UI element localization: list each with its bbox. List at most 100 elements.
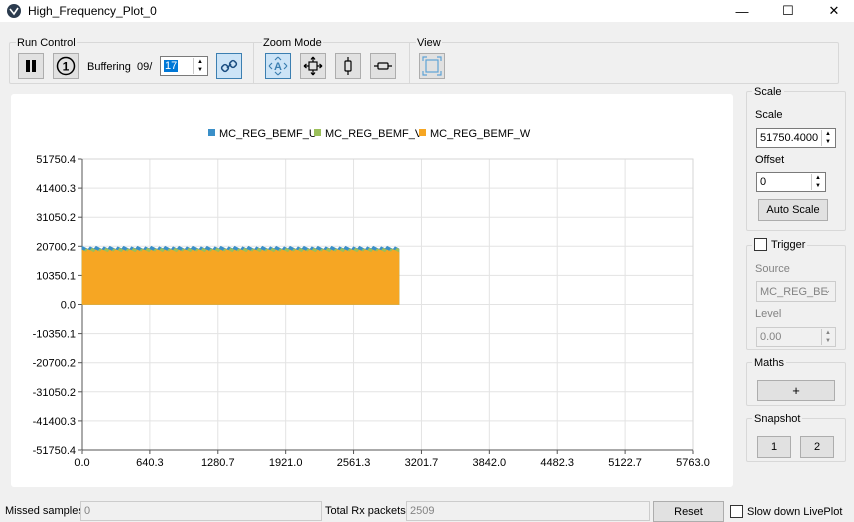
fit-view-button[interactable]: [419, 53, 445, 79]
chevron-down-icon: ⌄: [823, 285, 831, 295]
title-bar: High_Frequency_Plot_0 — ☐ ✕: [0, 0, 854, 22]
zoom-y-icon: [344, 57, 352, 75]
chart-panel[interactable]: 0.0 640.3 1280.7 1921.0 2561.3 3201.7 3842.0 44…: [11, 94, 733, 487]
scale-spinbox[interactable]: 51750.4000 ▲ ▼: [756, 128, 836, 148]
svg-text:1: 1: [63, 60, 70, 74]
y-tick-label: 20700.2: [36, 241, 76, 253]
run-control-label: Run Control: [16, 37, 77, 49]
spin-up-icon[interactable]: ▲: [812, 174, 824, 182]
offset-spinbox[interactable]: 0 ▲ ▼: [756, 172, 826, 192]
link-toggle-button[interactable]: [216, 53, 242, 79]
spin-up-icon[interactable]: ▲: [822, 130, 834, 138]
y-tick-label: 10350.1: [36, 270, 76, 282]
spin-down-icon[interactable]: ▼: [822, 337, 834, 345]
fit-view-icon: [422, 56, 442, 76]
y-tick-label: 0.0: [61, 300, 76, 312]
toolbar-divider: [253, 42, 254, 84]
plot-chart[interactable]: 0.0 640.3 1280.7 1921.0 2561.3 3201.7 3842.0 44…: [11, 94, 733, 487]
total-rx-label: Total Rx packets: [325, 505, 406, 517]
spin-down-icon[interactable]: ▼: [812, 182, 824, 190]
zoom-y-button[interactable]: [335, 53, 361, 79]
unlink-icon: [220, 59, 238, 73]
x-tick-label: 5763.0: [676, 457, 710, 469]
x-tick-label: 1921.0: [269, 457, 303, 469]
buffering-label: Buffering: [87, 61, 131, 73]
y-tick-label: -20700.2: [33, 358, 76, 370]
x-tick-label: 2561.3: [337, 457, 371, 469]
y-tick-label: -31050.2: [33, 387, 76, 399]
y-tick-label: 51750.4: [36, 154, 76, 166]
total-rx-value: 2509: [410, 505, 435, 517]
zoom-xy-button[interactable]: [300, 53, 326, 79]
zoom-auto-icon: A: [268, 56, 288, 76]
source-value: MC_REG_BE: [760, 285, 828, 298]
toolbar-divider: [409, 42, 410, 84]
trigger-checkbox[interactable]: [754, 238, 767, 251]
x-tick-label: 4482.3: [540, 457, 574, 469]
y-tick-label: 31050.2: [36, 212, 76, 224]
x-tick-label: 3842.0: [473, 457, 507, 469]
slow-down-checkbox[interactable]: [730, 505, 743, 518]
buffer-value[interactable]: 17: [164, 60, 179, 72]
minimize-icon[interactable]: —: [719, 0, 765, 22]
offset-spin-buttons[interactable]: ▲ ▼: [811, 174, 824, 190]
slow-down-label: Slow down LivePlot: [747, 505, 843, 518]
y-tick-label: 41400.3: [36, 183, 76, 195]
spin-down-icon[interactable]: ▼: [822, 138, 834, 146]
pause-icon: [26, 60, 36, 72]
single-shot-icon: 1: [56, 56, 76, 76]
app-icon: [6, 3, 22, 19]
spin-up-icon[interactable]: ▲: [194, 58, 206, 66]
auto-scale-button[interactable]: Auto Scale: [758, 199, 828, 221]
legend-swatch: [208, 129, 215, 136]
single-shot-button[interactable]: 1: [53, 53, 79, 79]
source-select[interactable]: MC_REG_BE ⌄: [756, 281, 836, 302]
zoom-auto-button[interactable]: A: [265, 53, 291, 79]
buffer-prefix: 09/: [137, 61, 153, 73]
offset-value[interactable]: 0: [760, 176, 766, 188]
maths-label: Maths: [752, 357, 786, 369]
source-label: Source: [755, 263, 790, 275]
level-spinbox[interactable]: 0.00 ▲ ▼: [756, 327, 836, 347]
scale-value[interactable]: 51750.4000: [760, 132, 818, 144]
pause-button[interactable]: [18, 53, 44, 79]
x-tick-label: 3201.7: [405, 457, 439, 469]
legend-swatch: [419, 129, 426, 136]
level-spin-buttons[interactable]: ▲ ▼: [821, 329, 834, 345]
snapshot-2-button[interactable]: 2: [800, 436, 834, 458]
zoom-mode-label: Zoom Mode: [262, 37, 323, 49]
missed-samples-field: 0: [80, 501, 322, 521]
y-tick-label: -41400.3: [33, 416, 76, 428]
spin-up-icon[interactable]: ▲: [822, 329, 834, 337]
add-math-button[interactable]: +: [757, 380, 835, 401]
scale-spin-buttons[interactable]: ▲ ▼: [821, 130, 834, 146]
legend-label: MC_REG_BEMF_V: [325, 128, 423, 140]
reset-button[interactable]: Reset: [653, 501, 724, 522]
legend-label: MC_REG_BEMF_W: [430, 128, 531, 140]
window-title: High_Frequency_Plot_0: [28, 4, 157, 18]
snapshot-label: Snapshot: [752, 413, 803, 425]
snapshot-1-button[interactable]: 1: [757, 436, 791, 458]
level-label: Level: [755, 308, 782, 320]
x-tick-label: 1280.7: [201, 457, 235, 469]
close-icon[interactable]: ✕: [811, 0, 854, 22]
svg-text:A: A: [274, 61, 282, 73]
buffer-spinbox[interactable]: 17 ▲ ▼: [160, 56, 208, 76]
maximize-icon[interactable]: ☐: [765, 0, 811, 22]
missed-samples-label: Missed samples: [5, 505, 84, 517]
view-label: View: [416, 37, 442, 49]
buffer-spin-buttons[interactable]: ▲ ▼: [193, 58, 206, 74]
legend-swatch: [314, 129, 321, 136]
level-value: 0.00: [760, 331, 782, 343]
series-mc-reg-bemf-w: [81, 249, 400, 305]
zoom-x-button[interactable]: [370, 53, 396, 79]
x-tick-label: 5122.7: [608, 457, 642, 469]
scale-label: Scale: [755, 109, 783, 121]
scale-group-label: Scale: [752, 86, 784, 98]
spin-down-icon[interactable]: ▼: [194, 66, 206, 74]
slow-down-toggle[interactable]: Slow down LivePlot: [730, 505, 842, 518]
trigger-header: Trigger: [752, 238, 808, 251]
total-rx-field: 2509: [406, 501, 650, 521]
trigger-label: Trigger: [771, 238, 806, 251]
offset-label: Offset: [755, 154, 785, 166]
